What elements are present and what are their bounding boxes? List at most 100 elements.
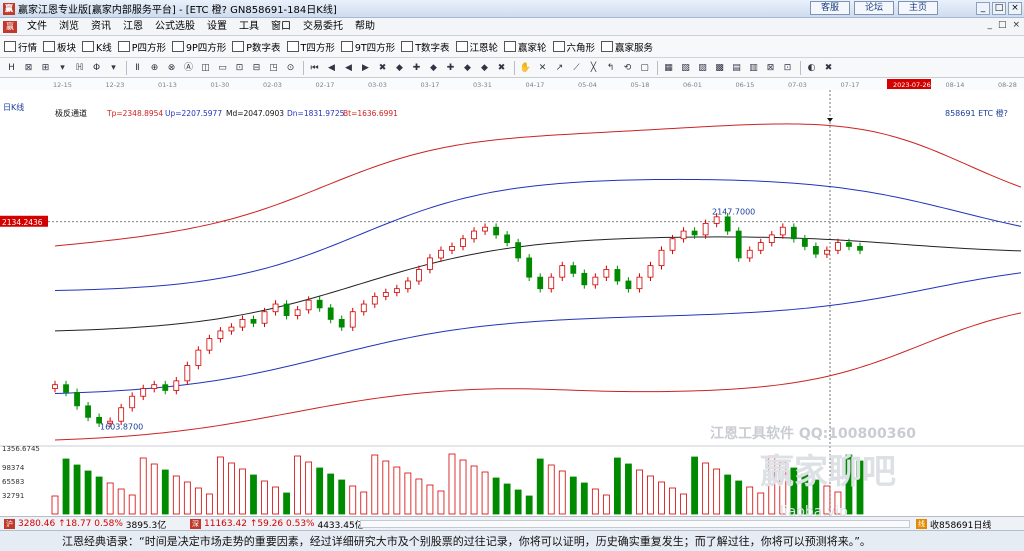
draw-tool-icon[interactable]: H [4,61,19,75]
menu-info[interactable]: 资讯 [85,18,117,36]
candle-body [74,391,80,407]
toolbar-btn-0[interactable]: 行情 [4,40,37,54]
menu-tools[interactable]: 工具 [233,18,265,36]
draw-tool-icon[interactable]: ▦ [661,61,676,75]
candle-body [283,303,290,316]
indicator-name: 极反通道 [55,108,87,118]
draw-tool-icon[interactable]: ℍ [72,61,87,75]
draw-tool-icon[interactable]: Ⅱ [130,61,145,75]
close-button[interactable]: × [1008,2,1022,15]
minimize-button[interactable]: _ [976,2,990,15]
draw-tool-icon[interactable]: ⊠ [21,61,36,75]
menu-browse[interactable]: 浏览 [53,18,85,36]
toolbar-btn-11[interactable]: 六角形 [552,40,595,54]
toolbar-btn-7[interactable]: 9T四方形 [340,40,395,54]
title-links: 客服 论坛 主页 [810,1,938,15]
draw-tool-icon[interactable]: ⟋ [569,61,584,75]
toolbar-btn-2[interactable]: K线 [82,40,112,54]
draw-tool-icon[interactable]: ✚ [443,61,458,75]
draw-tool-icon[interactable]: ▤ [729,61,744,75]
menu-app-icon[interactable]: 赢 [3,20,17,33]
toolbar-btn-label: P数字表 [246,42,281,54]
quote-bar: 江恩经典语录：“时间是决定市场走势的重要因素，经过详细研究大市及个别股票的过往记… [0,530,1024,551]
mdi-restore-button[interactable]: □ [998,20,1007,30]
index-ticker-sh[interactable]: 沪 3280.46 ↑18.77 0.58% 3895.3亿 [0,517,166,531]
candle-body [857,246,863,251]
draw-tool-icon[interactable]: ▩ [712,61,727,75]
draw-tool-icon[interactable]: ⊟ [249,61,264,75]
draw-tool-icon[interactable]: ⊗ [164,61,179,75]
draw-tool-icon[interactable]: ◆ [392,61,407,75]
window-title: 赢家江恩专业版[赢家内部服务平台] - [ETC 橙? GN858691-184… [18,5,337,16]
draw-tool-icon[interactable]: ✋ [518,61,533,75]
draw-tool-icon[interactable]: ◆ [426,61,441,75]
menu-gann[interactable]: 江恩 [117,18,149,36]
draw-tool-icon[interactable]: Ⓐ [181,61,196,75]
draw-tool-icon[interactable]: ◆ [477,61,492,75]
draw-tool-icon[interactable]: ⊞ [38,61,53,75]
sh-change: ↑18.77 [58,519,92,529]
draw-tool-icon[interactable]: ▭ [215,61,230,75]
draw-tool-icon[interactable]: ↰ [603,61,618,75]
toolbar-btn-12[interactable]: 赢家服务 [601,40,653,54]
mdi-close-button[interactable]: × [1012,20,1020,30]
draw-tool-icon[interactable]: ◀ [341,61,356,75]
p-square-icon [117,41,130,52]
draw-tool-icon[interactable]: ⊕ [147,61,162,75]
link-customer-service[interactable]: 客服 [810,1,850,15]
draw-tool-icon[interactable]: ✖ [375,61,390,75]
draw-tool-icon[interactable]: ↗ [552,61,567,75]
kline-chart-panel[interactable]: 12-15 12-23 01-13 01-30 02-03 02-17 03-03 03-17… [0,78,1024,516]
index-ticker-sz[interactable]: 深 11163.42 ↑59.26 0.53% 4433.45亿 [186,517,364,531]
draw-tool-icon[interactable]: ▾ [55,61,70,75]
draw-tool-icon[interactable]: ✖ [821,61,836,75]
draw-tool-icon[interactable]: ▧ [678,61,693,75]
draw-tool-icon[interactable]: ▶ [358,61,373,75]
menu-settings[interactable]: 设置 [201,18,233,36]
draw-tool-icon[interactable]: ╳ [586,61,601,75]
toolbar-btn-9[interactable]: 江恩轮 [455,40,498,54]
link-home[interactable]: 主页 [898,1,938,15]
toolbar-btn-1[interactable]: 板块 [43,40,76,54]
draw-tool-icon[interactable]: ◳ [266,61,281,75]
menu-trade[interactable]: 交易委托 [297,18,349,36]
draw-tool-icon[interactable]: ▥ [746,61,761,75]
toolbar-btn-3[interactable]: P四方形 [117,40,166,54]
draw-tool-icon[interactable]: ⊠ [763,61,778,75]
toolbar-btn-4[interactable]: 9P四方形 [172,40,226,54]
draw-tool-icon[interactable]: ⏮ [307,61,322,75]
draw-tool-icon[interactable]: ⊡ [232,61,247,75]
volume-bar [73,464,81,515]
menu-file[interactable]: 文件 [21,18,53,36]
menu-formula[interactable]: 公式选股 [149,18,201,36]
menu-help[interactable]: 帮助 [349,18,381,36]
draw-tool-icon[interactable]: ✚ [409,61,424,75]
draw-tool-icon[interactable]: ▨ [695,61,710,75]
menu-window[interactable]: 窗口 [265,18,297,36]
draw-tool-icon[interactable]: ◆ [460,61,475,75]
draw-tool-icon[interactable]: ⟲ [620,61,635,75]
toolbar-btn-10[interactable]: 赢家轮 [504,40,547,54]
draw-tool-icon[interactable]: ▢ [637,61,652,75]
status-scrollbar[interactable] [360,520,910,528]
link-forum[interactable]: 论坛 [854,1,894,15]
candle-body [581,272,588,286]
draw-tool-icon[interactable]: ✕ [535,61,550,75]
draw-tool-icon[interactable]: ◫ [198,61,213,75]
mdi-minimize-button[interactable]: _ [987,20,992,30]
draw-tool-icon[interactable]: Φ [89,61,104,75]
draw-tool-icon[interactable]: ◀ [324,61,339,75]
draw-tool-icon[interactable]: ⊙ [283,61,298,75]
toolbar-btn-label: P四方形 [131,42,166,54]
draw-tool-icon[interactable]: ✖ [494,61,509,75]
toolbar-btn-5[interactable]: P数字表 [232,40,281,54]
status-scroll-track[interactable] [360,517,910,531]
low-label: 1603.8700 [100,422,143,431]
toolbar-btn-6[interactable]: T四方形 [286,40,335,54]
kline-chart-svg[interactable]: 12-15 12-23 01-13 01-30 02-03 02-17 03-03 03-17… [0,78,1024,516]
draw-tool-icon[interactable]: ◐ [804,61,819,75]
toolbar-btn-8[interactable]: T数字表 [401,40,450,54]
maximize-button[interactable]: □ [992,2,1006,15]
draw-tool-icon[interactable]: ⊡ [780,61,795,75]
draw-tool-icon[interactable]: ▾ [106,61,121,75]
